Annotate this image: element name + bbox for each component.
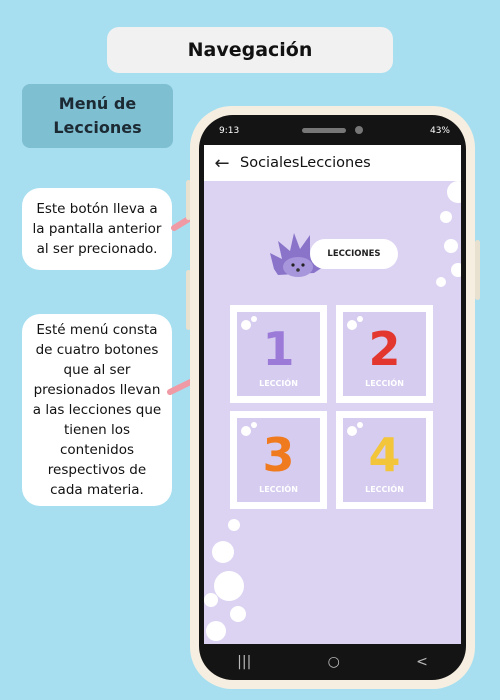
lesson-number: 4: [368, 428, 401, 482]
lesson-2-button[interactable]: 2 LECCIÓN: [336, 305, 433, 403]
lesson-tile: 4 LECCIÓN: [343, 418, 426, 502]
lesson-number: 1: [262, 322, 295, 376]
camera-icon: [355, 126, 363, 134]
app-bar: ← SocialesLecciones: [204, 145, 461, 181]
battery-status: 43%: [429, 126, 450, 136]
lesson-tile: 1 LECCIÓN: [237, 312, 320, 396]
speaker-icon: [302, 128, 346, 133]
status-time: 9:13: [219, 126, 240, 136]
lesson-label: LECCIÓN: [365, 379, 404, 388]
decorative-bubble: [440, 211, 452, 223]
lesson-label: LECCIÓN: [365, 485, 404, 494]
decorative-bubble: [214, 571, 244, 601]
phone-screen: 9:13 43% ← SocialesLecciones LECCIONES 1…: [199, 115, 466, 680]
home-button[interactable]: ○: [328, 654, 340, 670]
lesson-3-button[interactable]: 3 LECCIÓN: [230, 411, 327, 509]
decorative-bubble: [228, 519, 240, 531]
decorative-bubble: [212, 541, 234, 563]
lesson-number: 2: [368, 322, 401, 376]
system-nav-bar: ||| ○ <: [199, 644, 466, 680]
lessons-banner: LECCIONES: [268, 229, 403, 281]
decorative-bubble: [204, 593, 218, 607]
lesson-1-button[interactable]: 1 LECCIÓN: [230, 305, 327, 403]
decorative-bubble: [451, 263, 461, 277]
decorative-bubble: [444, 239, 458, 253]
decorative-bubble: [206, 621, 226, 641]
nav-back-button[interactable]: <: [416, 654, 428, 670]
status-bar: 9:13 43%: [199, 115, 466, 143]
banner-label: LECCIONES: [310, 239, 398, 269]
recent-apps-button[interactable]: |||: [237, 654, 251, 670]
phone-frame: 9:13 43% ← SocialesLecciones LECCIONES 1…: [190, 106, 475, 689]
back-arrow-icon[interactable]: ←: [204, 153, 240, 174]
lessons-screen: LECCIONES 1 LECCIÓN 2 LECCIÓN 3 LECCIÓN …: [204, 181, 461, 644]
lesson-tile: 2 LECCIÓN: [343, 312, 426, 396]
lesson-tile: 3 LECCIÓN: [237, 418, 320, 502]
decorative-bubble: [230, 606, 246, 622]
lesson-4-button[interactable]: 4 LECCIÓN: [336, 411, 433, 509]
lesson-number: 3: [262, 428, 295, 482]
decorative-bubble: [447, 181, 461, 203]
lesson-label: LECCIÓN: [259, 485, 298, 494]
phone-side-button: [475, 240, 480, 300]
lesson-label: LECCIÓN: [259, 379, 298, 388]
app-title: SocialesLecciones: [240, 155, 371, 171]
decorative-bubble: [436, 277, 446, 287]
